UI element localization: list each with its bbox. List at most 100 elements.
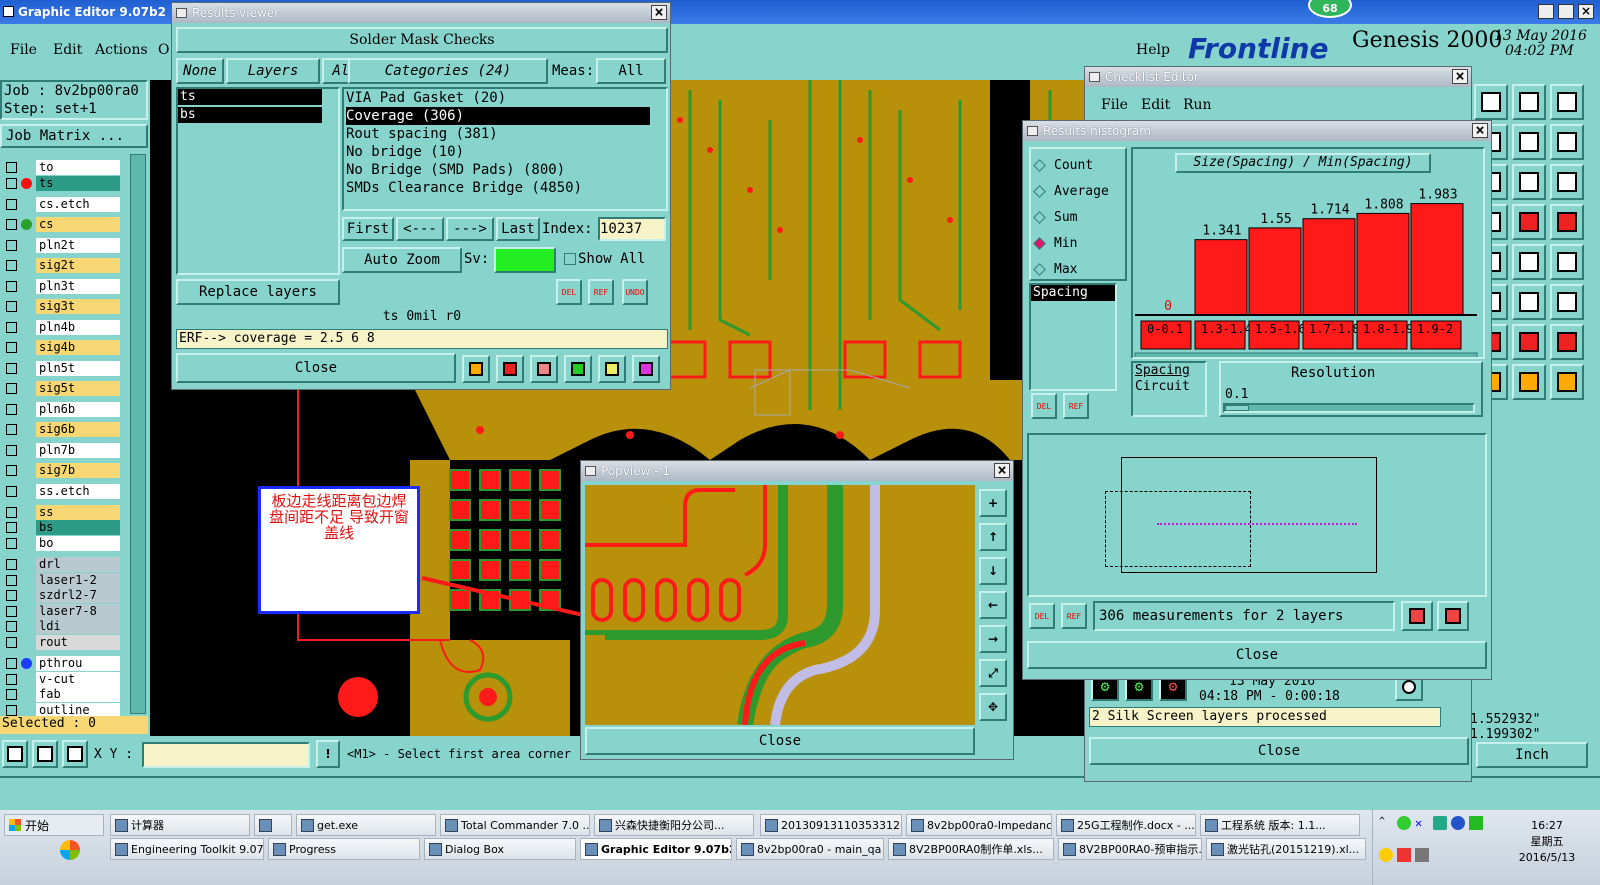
tray-wifi-icon[interactable] [1433, 816, 1447, 830]
layer-checkbox[interactable] [6, 383, 17, 394]
del-button[interactable]: DEL [556, 279, 582, 305]
tray-app-icon[interactable] [1397, 816, 1411, 830]
layer-row-bo[interactable]: bo [6, 536, 120, 551]
rv-tool-5[interactable] [598, 355, 626, 383]
layer-row-bs[interactable]: bs [6, 520, 120, 535]
layer-row-szdrl2-7[interactable]: szdrl2-7 [6, 588, 120, 603]
layer-row-ss.etch[interactable]: ss.etch [6, 484, 120, 499]
layer-checkbox[interactable] [6, 445, 17, 456]
toolbar-button-2[interactable] [1512, 84, 1546, 120]
histogram-bar[interactable] [1302, 218, 1356, 316]
histogram-bar[interactable] [1356, 212, 1410, 316]
hist-export-button[interactable] [1401, 601, 1433, 631]
taskbar-item[interactable]: 8v2bp00ra0 - main_qa [736, 838, 884, 860]
menu-actions[interactable]: Actions [95, 42, 148, 58]
clock[interactable]: 16:27 星期五 2016/5/13 [1497, 818, 1597, 878]
slider-thumb[interactable] [1225, 405, 1249, 411]
layer-checkbox[interactable] [6, 538, 17, 549]
snap-tool-button[interactable] [2, 740, 28, 768]
layer-row-pln7b[interactable]: pln7b [6, 443, 120, 458]
tray-bluetooth-icon[interactable] [1451, 816, 1465, 830]
xy-input[interactable] [142, 742, 310, 768]
categories-button[interactable]: Categories (24) [348, 58, 548, 84]
layer-row-drl[interactable]: drl [6, 557, 120, 572]
layer-scrollbar[interactable] [130, 154, 146, 714]
histogram-close-x[interactable]: × [1472, 123, 1488, 138]
layer-result-bs[interactable]: bs [178, 107, 322, 123]
first-button[interactable]: First [342, 217, 394, 241]
results-viewer-close-x[interactable]: × [651, 5, 667, 20]
replace-layers-dropdown[interactable]: Replace layers [176, 279, 340, 305]
spacing-list[interactable]: Spacing [1029, 283, 1117, 391]
histogram-scrollbar[interactable] [1134, 352, 1478, 357]
stat-option-average[interactable]: Average [1033, 181, 1109, 201]
layer-checkbox[interactable] [6, 522, 17, 533]
layer-checkbox[interactable] [6, 240, 17, 251]
menu-help[interactable]: Help [1136, 42, 1170, 58]
taskbar-item[interactable]: 兴森快捷衡阳分公司... [594, 814, 754, 836]
category-item[interactable]: VIA Pad Gasket (20) [346, 89, 650, 107]
next-button[interactable]: ---> [446, 217, 494, 241]
toolbar-button-1[interactable] [1474, 84, 1508, 120]
start-button[interactable]: 开始 [4, 814, 104, 836]
layers-button[interactable]: Layers [226, 58, 320, 84]
sv-dropdown[interactable] [494, 247, 556, 273]
tray-sound-icon[interactable] [1415, 848, 1429, 862]
stat-option-sum[interactable]: Sum [1033, 207, 1077, 227]
layer-checkbox[interactable] [6, 178, 17, 189]
taskbar-item[interactable]: Dialog Box [424, 838, 576, 860]
none-button[interactable]: None [176, 58, 224, 84]
tray-x-icon[interactable]: ✕ [1415, 816, 1429, 830]
popview-canvas[interactable] [585, 485, 975, 725]
toolbar-button-20[interactable] [1512, 324, 1546, 360]
toolbar-button-5[interactable] [1512, 124, 1546, 160]
rv-tool-4[interactable] [564, 355, 592, 383]
angle-tool-button[interactable] [32, 740, 58, 768]
layer-row-cs.etch[interactable]: cs.etch [6, 197, 120, 212]
prev-button[interactable]: <--- [396, 217, 444, 241]
close-window-button[interactable]: × [1578, 4, 1594, 19]
layer-checkbox[interactable] [6, 424, 17, 435]
popview-close-x[interactable]: × [994, 463, 1010, 478]
taskbar-item[interactable]: 计算器 [110, 814, 250, 836]
toolbar-button-24[interactable] [1550, 364, 1584, 400]
category-item[interactable]: No Bridge (SMD Pads) (800) [346, 161, 650, 179]
layer-checkbox[interactable] [6, 575, 17, 586]
menu-file[interactable]: File [10, 42, 37, 58]
toolbar-button-6[interactable] [1550, 124, 1584, 160]
taskbar-item[interactable]: 8v2bp00ra0-Impedanc... [906, 814, 1052, 836]
windows-orb-icon[interactable] [60, 840, 80, 860]
taskbar-item[interactable]: 工程系统 版本: 1.1... [1200, 814, 1360, 836]
layer-row-sig2t[interactable]: sig2t [6, 258, 120, 273]
layer-checkbox[interactable] [6, 621, 17, 632]
stat-option-max[interactable]: Max [1033, 259, 1077, 279]
spacing-list-item[interactable]: Spacing [1031, 285, 1115, 301]
hist-ref-button-2[interactable]: REF [1061, 603, 1087, 629]
layer-checkbox[interactable] [6, 507, 17, 518]
taskbar-item[interactable]: Progress [268, 838, 420, 860]
hist-del-button-2[interactable]: DEL [1029, 603, 1055, 629]
results-close-button[interactable]: Close [176, 353, 456, 383]
taskbar-item[interactable] [254, 814, 292, 836]
layer-checkbox[interactable] [6, 590, 17, 601]
layer-checkbox[interactable] [6, 301, 17, 312]
rv-tool-1[interactable] [462, 355, 490, 383]
layer-checkbox[interactable] [6, 637, 17, 648]
ref-button[interactable]: REF [588, 279, 614, 305]
hist-import-button[interactable] [1437, 601, 1469, 631]
taskbar-item[interactable]: 20130913110353312.r... [760, 814, 902, 836]
layer-row-fab[interactable]: fab [6, 687, 120, 702]
layer-row-v-cut[interactable]: v-cut [6, 672, 120, 687]
maximize-button[interactable] [1558, 4, 1574, 19]
layer-checkbox[interactable] [6, 281, 17, 292]
toolbar-button-9[interactable] [1550, 164, 1584, 200]
stat-option-count[interactable]: Count [1033, 155, 1093, 175]
layer-row-sig5t[interactable]: sig5t [6, 381, 120, 396]
layer-row-laser1-2[interactable]: laser1-2 [6, 573, 120, 588]
taskbar-item[interactable]: 25G工程制作.docx - ... [1056, 814, 1196, 836]
layer-checkbox[interactable] [6, 658, 17, 669]
layer-result-ts[interactable]: ts [178, 89, 322, 105]
layer-checkbox[interactable] [6, 260, 17, 271]
layer-checkbox[interactable] [6, 674, 17, 685]
toolbar-button-14[interactable] [1512, 244, 1546, 280]
